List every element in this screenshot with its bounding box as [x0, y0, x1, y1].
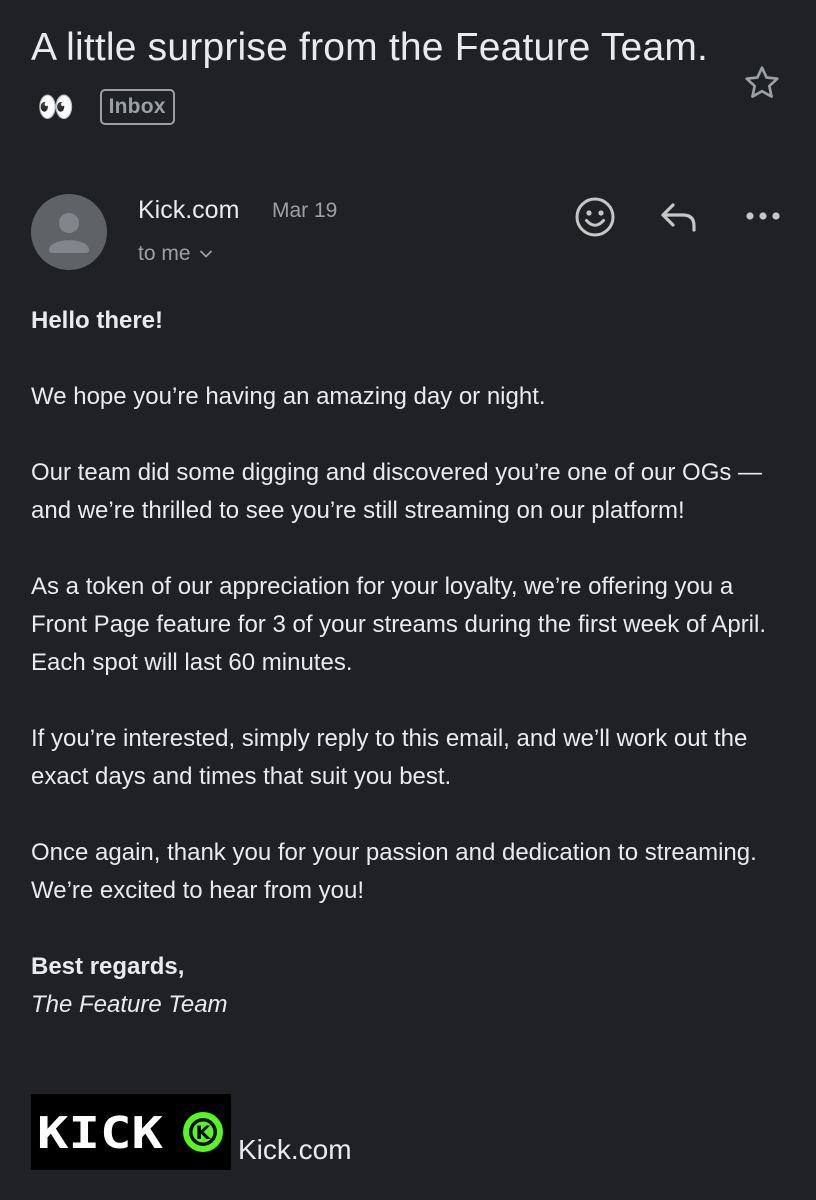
kick-logo: KICK K: [31, 1094, 231, 1170]
subject-text: A little surprise from the Feature Team.: [31, 26, 709, 69]
kick-link[interactable]: Kick.com: [238, 1134, 352, 1166]
email-subject: A little surprise from the Feature Team.…: [31, 18, 711, 139]
kick-badge-icon: K: [183, 1112, 223, 1152]
smiley-icon: [575, 197, 615, 237]
recipient-text: to me: [138, 242, 191, 265]
body-paragraph: We hope you’re having an amazing day or …: [31, 383, 546, 410]
kick-wordmark: KICK: [37, 1108, 164, 1159]
add-reaction-button[interactable]: [572, 194, 618, 240]
more-horizontal-icon: [746, 212, 780, 220]
reply-button[interactable]: [656, 196, 702, 238]
greeting: Hello there!: [31, 307, 164, 334]
signoff: Best regards,: [31, 953, 185, 980]
body-paragraph: Our team did some digging and discovered…: [31, 459, 763, 524]
body-paragraph: If you’re interested, simply reply to th…: [31, 725, 748, 790]
more-options-button[interactable]: [742, 200, 784, 232]
body-paragraph: Once again, thank you for your passion a…: [31, 839, 757, 904]
star-icon[interactable]: [742, 63, 782, 103]
chevron-down-icon: [199, 250, 212, 258]
sent-date: Mar 19: [272, 199, 338, 222]
body-paragraph: As a token of our appreciation for your …: [31, 573, 767, 676]
sender-name[interactable]: Kick.com: [138, 196, 239, 225]
kick-badge-letter: K: [196, 1122, 212, 1144]
email-body: Hello there! We hope you’re having an am…: [31, 302, 791, 1024]
person-icon: [49, 213, 89, 253]
recipient-details-toggle[interactable]: to me: [138, 242, 213, 266]
eyes-emoji: 👀: [37, 91, 75, 124]
signature: The Feature Team: [31, 991, 228, 1018]
reply-icon: [661, 203, 696, 232]
inbox-label-badge[interactable]: Inbox: [99, 89, 175, 125]
sender-avatar[interactable]: [31, 194, 107, 270]
